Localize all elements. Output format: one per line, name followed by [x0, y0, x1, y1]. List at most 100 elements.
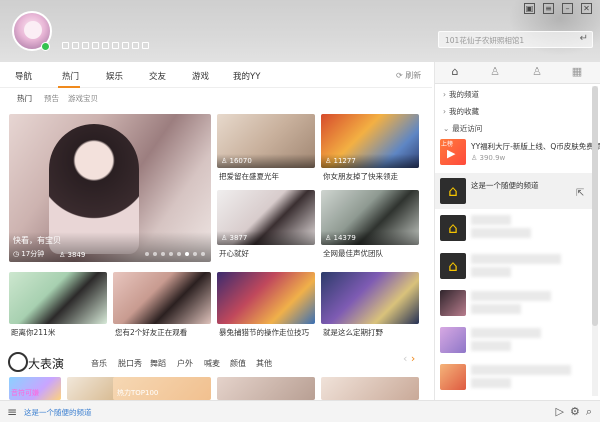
right-panel-scrollbar[interactable]: [592, 86, 598, 396]
stream-caption[interactable]: 暴兔捕猎节的操作走位技巧: [219, 327, 309, 338]
video-icon[interactable]: ▷: [555, 405, 563, 419]
section-tab-outdoor[interactable]: 户外: [177, 358, 193, 369]
search-placeholder: 101花仙子农妍照相馆1: [445, 36, 525, 45]
stream-card[interactable]: [321, 272, 419, 324]
badge-icon[interactable]: [72, 42, 79, 49]
channel-thumbnail[interactable]: [440, 364, 466, 390]
carousel-dot[interactable]: [161, 252, 165, 256]
scrollbar-thumb[interactable]: [592, 86, 598, 326]
carousel-dot[interactable]: [201, 252, 205, 256]
stream-caption[interactable]: 就是这么定期打野: [323, 327, 383, 338]
stream-card-peek[interactable]: [217, 377, 315, 400]
section-tab-talkshow[interactable]: 脱口秀: [118, 358, 142, 369]
tab-nav[interactable]: 导航: [15, 70, 32, 82]
house-icon: ⌂: [448, 219, 458, 237]
badge-icon[interactable]: [112, 42, 119, 49]
channel-thumbnail[interactable]: 上榜 ▶: [440, 139, 466, 165]
subtab-hot[interactable]: 热门: [17, 93, 32, 104]
grid-icon[interactable]: ▦: [557, 65, 597, 81]
channel-home-icon[interactable]: ⌂: [440, 178, 466, 204]
section-tab-shout[interactable]: 喊麦: [204, 358, 220, 369]
section-tab-looks[interactable]: 颜值: [230, 358, 246, 369]
carousel-dot[interactable]: [169, 252, 173, 256]
badge-icon[interactable]: [92, 42, 99, 49]
stream-card-peek[interactable]: 热力TOP100: [113, 377, 211, 400]
badge-icon[interactable]: [132, 42, 139, 49]
badge-icon[interactable]: [82, 42, 89, 49]
channel-title[interactable]: YY福利大厅-新版上线、Q币皮肤免费领: [471, 141, 600, 152]
refresh-label: 刷新: [405, 71, 422, 80]
skin-icon[interactable]: ▣: [524, 3, 535, 14]
home-icon[interactable]: ⌂: [435, 65, 475, 81]
stream-caption[interactable]: 距离你211米: [11, 327, 55, 338]
section-pager: ‹ ›: [403, 352, 415, 365]
section-tab-music[interactable]: 音乐: [91, 358, 107, 369]
stream-card-peek[interactable]: 音符可嫌: [9, 377, 61, 400]
chevron-right-icon: ›: [443, 107, 446, 116]
stream-caption[interactable]: 开心就好: [219, 248, 249, 259]
tab-hot[interactable]: 热门: [62, 70, 79, 82]
stream-caption[interactable]: 全网最佳声优团队: [323, 248, 383, 259]
stream-caption[interactable]: 把爱留在盛夏光年: [219, 171, 279, 182]
channel-viewers: ♙ 390.9w: [471, 154, 506, 162]
section-tab-dance[interactable]: 舞蹈: [150, 358, 166, 369]
stream-card[interactable]: [113, 272, 211, 324]
channel-home-icon[interactable]: ⌂: [440, 253, 466, 279]
stream-caption[interactable]: 你女朋友掉了快来领走: [323, 171, 398, 182]
section-tab-other[interactable]: 其他: [256, 358, 272, 369]
badge-icon[interactable]: [122, 42, 129, 49]
settings-icon[interactable]: ⚙: [570, 405, 580, 419]
chevron-left-icon[interactable]: ‹: [403, 352, 407, 365]
stream-card[interactable]: ♙ 11277: [321, 114, 419, 168]
stream-thumbnail: [9, 272, 107, 324]
close-icon[interactable]: ✕: [581, 3, 592, 14]
tab-games[interactable]: 游戏: [192, 70, 209, 82]
carousel-dot[interactable]: [145, 252, 149, 256]
viewer-count: ♙ 14379: [325, 234, 356, 242]
badge-icon[interactable]: [102, 42, 109, 49]
menu-icon[interactable]: ≡: [7, 405, 17, 419]
blurred-text: [471, 254, 561, 264]
list-icon[interactable]: ≡: [543, 3, 554, 14]
active-tab-indicator: [58, 86, 80, 88]
channel-thumbnail[interactable]: [440, 290, 466, 316]
channel-home-icon[interactable]: ⌂: [440, 215, 466, 241]
stream-card[interactable]: ♙ 16070: [217, 114, 315, 168]
friend-icon[interactable]: ♙: [517, 65, 557, 81]
blurred-text: [471, 365, 571, 375]
subtab-game-baby[interactable]: 游戏宝贝: [68, 93, 98, 104]
search-icon[interactable]: ⌕: [586, 405, 592, 419]
stream-card[interactable]: [9, 272, 107, 324]
carousel-dot[interactable]: [153, 252, 157, 256]
carousel-dot[interactable]: [193, 252, 197, 256]
search-input[interactable]: 101花仙子农妍照相馆1 ↵: [438, 31, 593, 48]
tab-my-yy[interactable]: 我的YY: [233, 70, 260, 82]
stream-card[interactable]: ♙ 3877: [217, 190, 315, 245]
channel-thumbnail[interactable]: [440, 327, 466, 353]
my-channels-row[interactable]: › 我的频道: [443, 89, 479, 100]
enter-icon[interactable]: ↵: [580, 33, 588, 44]
my-favorites-row[interactable]: › 我的收藏: [443, 106, 479, 117]
channel-title[interactable]: 这是一个随便的频道: [471, 180, 539, 191]
stream-card-peek[interactable]: [321, 377, 419, 400]
carousel-dot-active[interactable]: [185, 252, 189, 256]
stream-card[interactable]: [217, 272, 315, 324]
external-link-icon[interactable]: ⇱: [576, 188, 584, 199]
refresh-button[interactable]: ⟳ 刷新: [396, 70, 421, 81]
stream-caption[interactable]: 您有2个好友正在观看: [115, 327, 187, 338]
featured-stream[interactable]: 快看，有宝贝 ◷ 17分钟 ♙ 3849: [9, 114, 211, 262]
chevron-right-icon[interactable]: ›: [411, 352, 415, 365]
user-icon[interactable]: ♙: [475, 65, 515, 81]
minimize-icon[interactable]: –: [562, 3, 573, 14]
blurred-text: [471, 341, 511, 351]
recent-visits-row[interactable]: ⌄ 最近访问: [443, 123, 482, 134]
badge-icon[interactable]: [142, 42, 149, 49]
stream-card-peek[interactable]: [67, 377, 119, 400]
tab-social[interactable]: 交友: [149, 70, 166, 82]
subtab-preview[interactable]: 预告: [44, 93, 59, 104]
stream-card[interactable]: ♙ 14379: [321, 190, 419, 245]
tab-entertainment[interactable]: 娱乐: [106, 70, 123, 82]
current-channel-link[interactable]: 这是一个随便的频道: [24, 407, 92, 418]
badge-icon[interactable]: [62, 42, 69, 49]
carousel-dot[interactable]: [177, 252, 181, 256]
